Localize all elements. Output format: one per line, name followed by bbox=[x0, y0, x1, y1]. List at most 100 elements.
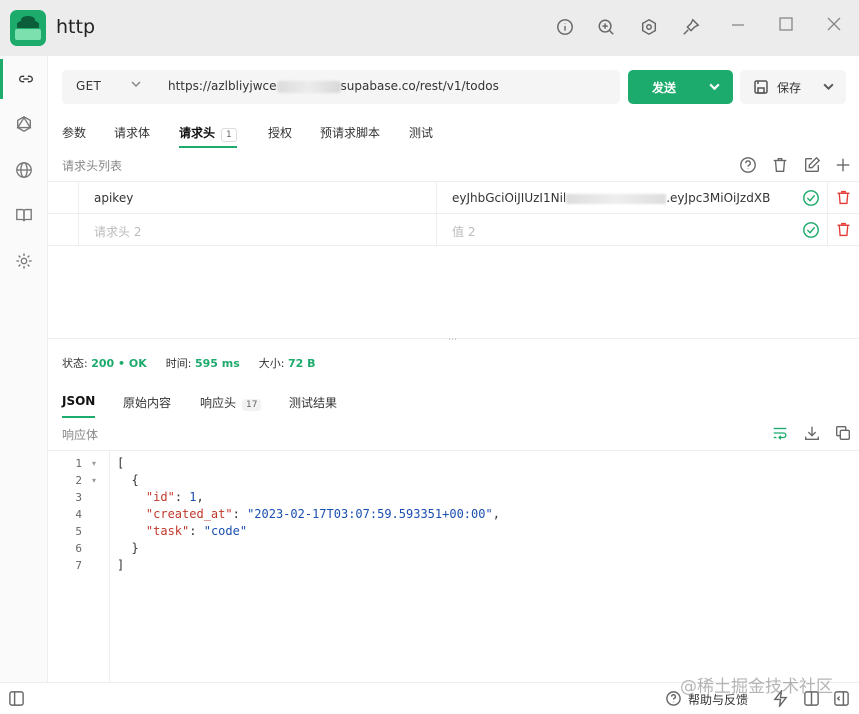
headers-count-badge: 1 bbox=[221, 128, 237, 142]
line-number: 6 bbox=[75, 542, 82, 555]
line-number: 7 bbox=[75, 559, 82, 572]
save-label: 保存 bbox=[777, 81, 802, 95]
header-key-input[interactable]: 请求头 2 bbox=[94, 223, 141, 240]
collapse-panel-icon[interactable] bbox=[833, 690, 851, 708]
link-icon bbox=[18, 75, 33, 83]
wrap-lines-icon[interactable] bbox=[771, 424, 791, 444]
hexagon-icon[interactable] bbox=[639, 17, 659, 37]
book-icon bbox=[16, 208, 32, 222]
check-circle-icon[interactable] bbox=[802, 189, 820, 207]
close-button[interactable] bbox=[826, 16, 848, 38]
send-button[interactable]: 发送 bbox=[628, 70, 733, 104]
line-number: 4 bbox=[75, 508, 82, 521]
code-line: [ bbox=[117, 456, 125, 470]
tab-tests[interactable]: 测试 bbox=[409, 124, 433, 148]
tab-headers[interactable]: 请求头 1 bbox=[179, 124, 237, 148]
download-icon[interactable] bbox=[803, 424, 823, 444]
pin-icon[interactable] bbox=[681, 17, 701, 37]
sidebar-item-graphql[interactable] bbox=[0, 104, 48, 144]
json-key: "created_at" bbox=[145, 507, 233, 521]
header-value-input[interactable]: 值 2 bbox=[452, 223, 798, 240]
response-editor[interactable]: 1 ▾ 2 ▾ 3 4 5 6 7 [ { "id": 1, "created_… bbox=[48, 450, 859, 683]
tab-raw[interactable]: 原始内容 bbox=[123, 394, 171, 418]
tab-response-headers[interactable]: 响应头 17 bbox=[200, 394, 262, 418]
url-input[interactable]: https://azlbliyjwce supabase.co/rest/v1/t… bbox=[168, 79, 499, 93]
status-label: 状态: bbox=[62, 357, 88, 370]
line-number: 2 bbox=[75, 474, 82, 487]
table-row: 请求头 2 值 2 bbox=[48, 214, 859, 246]
size-value: 72 B bbox=[288, 357, 316, 370]
code-line: "created_at": "2023-02-17T03:07:59.59335… bbox=[145, 507, 500, 521]
copy-icon[interactable] bbox=[834, 424, 854, 444]
app-logo bbox=[10, 10, 46, 46]
title-bar: http bbox=[0, 0, 859, 56]
line-number-gutter: 1 ▾ 2 ▾ 3 4 5 6 7 bbox=[48, 451, 110, 683]
table-row: apikey eyJhbGciOiJIUzI1Nil .eyJpc3MiOiJzd… bbox=[48, 182, 859, 214]
chevron-down-icon[interactable] bbox=[130, 78, 144, 92]
url-suffix: supabase.co/rest/v1/todos bbox=[340, 79, 499, 93]
fold-arrow-icon[interactable]: ▾ bbox=[92, 459, 96, 468]
tab-test-results[interactable]: 测试结果 bbox=[289, 394, 337, 418]
code-line: "id": 1, bbox=[145, 490, 204, 504]
line-number: 5 bbox=[75, 525, 82, 538]
header-value-suffix: .eyJpc3MiOiJzdXB bbox=[666, 191, 771, 205]
time-label: 时间: bbox=[165, 357, 192, 370]
tab-headers-label: 请求头 bbox=[179, 126, 216, 140]
code-line: "task": "code" bbox=[145, 524, 248, 538]
code-line: } bbox=[117, 541, 139, 555]
json-string: "2023-02-17T03:07:59.593351+00:00" bbox=[247, 507, 493, 521]
watermark: @稀土掘金技术社区 bbox=[680, 677, 833, 697]
check-circle-icon[interactable] bbox=[802, 221, 820, 239]
tab-params[interactable]: 参数 bbox=[62, 124, 86, 148]
info-icon[interactable] bbox=[555, 17, 575, 37]
sidebar-item-realtime[interactable] bbox=[0, 150, 48, 190]
graphql-icon bbox=[16, 116, 32, 132]
line-number: 3 bbox=[75, 491, 82, 504]
sidebar-item-settings[interactable] bbox=[0, 241, 48, 281]
zoom-in-icon[interactable] bbox=[596, 17, 616, 37]
response-status: 状态: 200 • OK 时间: 595 ms 大小: 72 B bbox=[62, 355, 316, 371]
time-value: 595 ms bbox=[194, 357, 240, 370]
minimize-button[interactable] bbox=[730, 16, 752, 38]
headers-list-label: 请求头列表 bbox=[62, 159, 123, 173]
url-redaction bbox=[276, 80, 341, 93]
tab-prescript[interactable]: 预请求脚本 bbox=[320, 124, 380, 148]
sidebar-panel-icon[interactable] bbox=[8, 690, 26, 708]
header-value-input[interactable]: eyJhbGciOiJIUzI1Nil .eyJpc3MiOiJzdXB bbox=[452, 191, 798, 205]
add-icon[interactable] bbox=[834, 156, 854, 176]
response-headers-count-badge: 17 bbox=[242, 399, 262, 411]
send-label: 发送 bbox=[652, 81, 677, 95]
response-body-label: 响应体 bbox=[62, 428, 99, 442]
tab-json[interactable]: JSON bbox=[62, 394, 96, 418]
status-value: 200 • OK bbox=[91, 357, 147, 370]
value-redaction bbox=[566, 193, 667, 204]
send-dropdown-icon[interactable] bbox=[708, 80, 722, 94]
method-select[interactable]: GET bbox=[76, 79, 101, 93]
maximize-button[interactable] bbox=[778, 16, 800, 38]
delete-row-icon[interactable] bbox=[835, 189, 853, 207]
tab-auth[interactable]: 授权 bbox=[268, 124, 292, 148]
sidebar-item-http[interactable] bbox=[0, 59, 48, 99]
save-icon bbox=[753, 79, 769, 95]
fold-arrow-icon[interactable]: ▾ bbox=[92, 476, 96, 485]
drag-handle-icon[interactable]: ⋯ bbox=[448, 335, 458, 345]
trash-icon[interactable] bbox=[771, 156, 791, 176]
url-prefix: https://azlbliyjwce bbox=[168, 79, 277, 93]
sidebar-item-docs[interactable] bbox=[0, 195, 48, 235]
json-string: "code" bbox=[203, 524, 248, 538]
tab-body[interactable]: 请求体 bbox=[114, 124, 150, 148]
edit-icon[interactable] bbox=[803, 156, 823, 176]
header-key-input[interactable]: apikey bbox=[94, 191, 133, 205]
code-line: ] bbox=[117, 558, 125, 572]
sidebar bbox=[0, 56, 48, 714]
save-dropdown-icon[interactable] bbox=[822, 80, 835, 97]
tab-response-headers-label: 响应头 bbox=[200, 396, 237, 410]
size-label: 大小: bbox=[258, 357, 285, 370]
delete-row-icon[interactable] bbox=[835, 221, 853, 239]
window-title: http bbox=[56, 16, 96, 38]
help-icon[interactable] bbox=[739, 156, 759, 176]
request-bar: GET https://azlbliyjwce supabase.co/rest/… bbox=[62, 70, 620, 104]
json-key: "task" bbox=[145, 524, 190, 538]
save-button[interactable]: 保存 bbox=[740, 70, 846, 104]
header-value-prefix: eyJhbGciOiJIUzI1Nil bbox=[452, 191, 567, 205]
